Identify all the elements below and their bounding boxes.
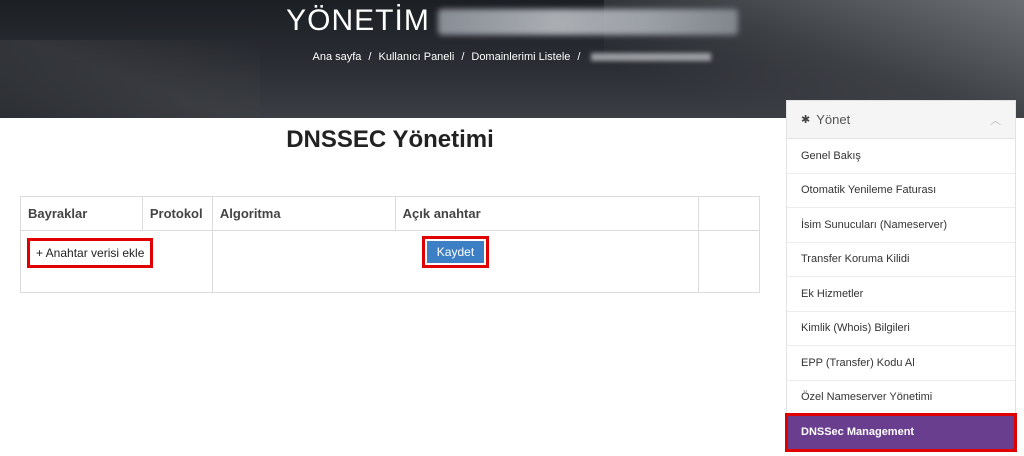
sidebar-item-private-nameservers[interactable]: Özel Nameserver Yönetimi — [787, 381, 1015, 415]
save-wrapper: Kaydet — [213, 231, 698, 268]
redacted-breadcrumb — [591, 53, 712, 62]
sidebar-item-nameservers[interactable]: İsim Sunucuları (Nameserver) — [787, 208, 1015, 243]
page-title: DNSSEC Yönetimi — [286, 126, 494, 153]
column-header-algorithm: Algoritma — [211, 196, 396, 231]
gear-icon: ✱ — [801, 114, 811, 126]
breadcrumb-separator: / — [461, 51, 465, 63]
breadcrumb: Ana sayfa / Kullanıcı Paneli / Domainlerimi … — [0, 51, 1024, 63]
table-header-row: Bayraklar Protokol Algoritma Açık anahta… — [20, 196, 760, 231]
add-key-data-button[interactable]: + Anahtar verisi ekle — [27, 238, 154, 268]
sidebar-item-whois[interactable]: Kimlik (Whois) Bilgileri — [787, 312, 1015, 346]
save-cell: Kaydet — [211, 230, 700, 293]
empty-cell — [698, 230, 760, 293]
breadcrumb-separator: / — [577, 51, 581, 63]
column-header-public-key: Açık anahtar — [394, 196, 700, 231]
sidebar-item-epp-code[interactable]: EPP (Transfer) Kodu Al — [787, 346, 1015, 381]
manage-sidebar: ✱ Yönet ︿ Genel Bakış Otomatik Yenileme … — [785, 100, 1017, 452]
chevron-up-icon[interactable]: ︿ — [990, 112, 1001, 128]
breadcrumb-home[interactable]: Ana sayfa — [313, 51, 362, 63]
save-button-highlight: Kaydet — [421, 236, 490, 268]
redacted-domain — [437, 9, 738, 36]
header-title-text: YÖNETİM — [286, 4, 430, 37]
save-button[interactable]: Kaydet — [426, 241, 485, 263]
sidebar-title: Yönet — [816, 112, 851, 127]
breadcrumb-domain-list[interactable]: Domainlerimi Listele — [471, 51, 570, 63]
column-header-actions — [698, 196, 760, 231]
sidebar-item-dnssec[interactable]: DNSSec Management — [785, 413, 1017, 452]
breadcrumb-separator: / — [368, 51, 372, 63]
sidebar-item-transfer-lock[interactable]: Transfer Koruma Kilidi — [787, 243, 1015, 277]
dnssec-table: Bayraklar Protokol Algoritma Açık anahta… — [20, 196, 760, 293]
page-header-title: YÖNETİM — [0, 4, 1024, 38]
column-header-flags: Bayraklar — [20, 196, 143, 231]
sidebar-item-auto-renew[interactable]: Otomatik Yenileme Faturası — [787, 174, 1015, 208]
breadcrumb-client-panel[interactable]: Kullanıcı Paneli — [378, 51, 454, 63]
sidebar-header[interactable]: ✱ Yönet ︿ — [787, 101, 1015, 139]
sidebar-item-addons[interactable]: Ek Hizmetler — [787, 277, 1015, 312]
column-header-protocol: Protokol — [141, 196, 213, 231]
table-row: + Anahtar verisi ekle Kaydet — [20, 230, 760, 293]
sidebar-item-overview[interactable]: Genel Bakış — [787, 139, 1015, 174]
add-key-cell: + Anahtar verisi ekle — [20, 230, 213, 293]
